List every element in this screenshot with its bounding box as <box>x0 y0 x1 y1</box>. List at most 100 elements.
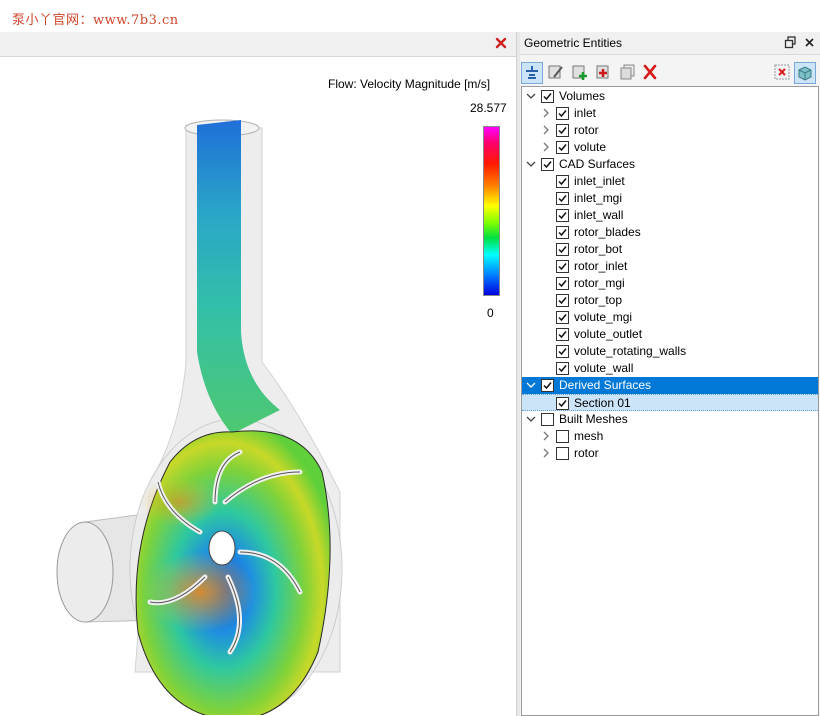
tree-row[interactable]: inlet <box>522 105 818 122</box>
chevron-right-icon[interactable] <box>541 431 551 441</box>
tree-item-label: Derived Surfaces <box>559 378 652 392</box>
duplicate-icon[interactable] <box>618 62 638 82</box>
tree-row[interactable]: rotor_blades <box>522 224 818 241</box>
tree-item-label: volute_mgi <box>574 310 633 324</box>
tree-row[interactable]: inlet_wall <box>522 207 818 224</box>
tree-item-label: rotor <box>574 446 599 460</box>
panel-header: Geometric Entities <box>520 32 820 55</box>
tree-row[interactable]: volute_wall <box>522 360 818 377</box>
tree-row[interactable]: volute_outlet <box>522 326 818 343</box>
tree-item-label: mesh <box>574 429 604 443</box>
checkbox[interactable] <box>556 192 569 205</box>
chevron-down-icon[interactable] <box>526 414 536 424</box>
checkbox[interactable] <box>556 294 569 307</box>
checkbox[interactable] <box>556 260 569 273</box>
chevron-right-icon[interactable] <box>541 448 551 458</box>
tree-item-label: volute_outlet <box>574 327 643 341</box>
checkbox[interactable] <box>556 447 569 460</box>
chevron-right-icon[interactable] <box>541 108 551 118</box>
close-icon[interactable] <box>803 36 816 49</box>
hide-icon[interactable] <box>772 62 792 82</box>
tree-item-label: rotor_bot <box>574 242 623 256</box>
panel-title: Geometric Entities <box>524 36 623 50</box>
tree-row[interactable]: Volumes <box>522 88 818 105</box>
checkbox[interactable] <box>556 124 569 137</box>
tree-item-label: rotor <box>574 123 599 137</box>
tree-row[interactable]: rotor <box>522 122 818 139</box>
tree-item-label: volute <box>574 140 607 154</box>
checkbox[interactable] <box>556 430 569 443</box>
chevron-down-icon[interactable] <box>526 159 536 169</box>
watermark-bar: 泵小丫官网：www.7b3.cn <box>0 0 820 33</box>
tree-row[interactable]: rotor_bot <box>522 241 818 258</box>
panel-toolbar <box>520 56 820 86</box>
checkbox[interactable] <box>556 209 569 222</box>
add-red-icon[interactable] <box>594 62 614 82</box>
tree-item-label: inlet <box>574 106 597 120</box>
tree-row[interactable]: mesh <box>522 428 818 445</box>
filter-icon[interactable] <box>521 62 543 84</box>
tree-item-label: inlet_inlet <box>574 174 625 188</box>
checkbox[interactable] <box>541 90 554 103</box>
tree-item-label: inlet_wall <box>574 208 624 222</box>
checkbox[interactable] <box>556 311 569 324</box>
legend-min-value: 0 <box>487 306 494 320</box>
checkbox[interactable] <box>541 413 554 426</box>
show-3d-icon[interactable] <box>794 62 816 84</box>
tree-row[interactable]: volute_mgi <box>522 309 818 326</box>
checkbox[interactable] <box>556 328 569 341</box>
tree-item-label: Built Meshes <box>559 412 628 426</box>
tree-item-label: Section 01 <box>574 396 631 410</box>
tree-item-label: rotor_inlet <box>574 259 628 273</box>
checkbox[interactable] <box>541 379 554 392</box>
chevron-right-icon[interactable] <box>541 142 551 152</box>
chevron-down-icon[interactable] <box>526 91 536 101</box>
delete-icon[interactable] <box>640 62 660 82</box>
tree-item-label: rotor_mgi <box>574 276 625 290</box>
tree-row[interactable]: inlet_inlet <box>522 173 818 190</box>
tree-row[interactable]: rotor_top <box>522 292 818 309</box>
watermark-text: 泵小丫官网：www.7b3.cn <box>12 13 179 28</box>
legend-max-value: 28.577 <box>470 101 507 115</box>
close-icon[interactable] <box>494 36 508 50</box>
checkbox[interactable] <box>556 226 569 239</box>
pump-velocity-rendering[interactable] <box>0 57 516 715</box>
tree-item-label: volute_wall <box>574 361 634 375</box>
tree-row[interactable]: volute_rotating_walls <box>522 343 818 360</box>
color-scale-bar <box>483 126 500 296</box>
checkbox[interactable] <box>556 243 569 256</box>
tree-row[interactable]: rotor_inlet <box>522 258 818 275</box>
checkbox[interactable] <box>556 107 569 120</box>
tree-row[interactable]: rotor <box>522 445 818 462</box>
tree-item-label: Volumes <box>559 89 606 103</box>
tree-item-label: inlet_mgi <box>574 191 623 205</box>
chevron-down-icon[interactable] <box>526 380 536 390</box>
tree-item-label: CAD Surfaces <box>559 157 636 171</box>
checkbox[interactable] <box>556 397 569 410</box>
geometric-entities-panel: Geometric Entities Volumes inlet rotor v… <box>520 32 820 716</box>
checkbox[interactable] <box>556 345 569 358</box>
legend-title: Flow: Velocity Magnitude [m/s] <box>328 77 491 91</box>
tree-row[interactable]: Derived Surfaces <box>522 377 818 394</box>
tree-row[interactable]: Section 01 <box>522 394 818 411</box>
checkbox[interactable] <box>556 175 569 188</box>
tree-item-label: volute_rotating_walls <box>574 344 687 358</box>
checkbox[interactable] <box>556 362 569 375</box>
tree-row[interactable]: CAD Surfaces <box>522 156 818 173</box>
checkbox[interactable] <box>541 158 554 171</box>
entity-tree[interactable]: Volumes inlet rotor volute CAD Surfaces inlet… <box>521 86 819 716</box>
checkbox[interactable] <box>556 141 569 154</box>
tree-row[interactable]: rotor_mgi <box>522 275 818 292</box>
checkbox[interactable] <box>556 277 569 290</box>
tree-row[interactable]: inlet_mgi <box>522 190 818 207</box>
3d-viewport[interactable]: Flow: Velocity Magnitude [m/s] 28.577 0 <box>0 32 516 716</box>
tree-item-label: rotor_top <box>574 293 623 307</box>
viewport-title-bar <box>0 32 516 57</box>
tree-row[interactable]: Built Meshes <box>522 411 818 428</box>
tree-row[interactable]: volute <box>522 139 818 156</box>
restore-icon[interactable] <box>784 36 797 49</box>
chevron-right-icon[interactable] <box>541 125 551 135</box>
tree-item-label: rotor_blades <box>574 225 641 239</box>
edit-surface-icon[interactable] <box>546 62 566 82</box>
add-green-icon[interactable] <box>570 62 590 82</box>
